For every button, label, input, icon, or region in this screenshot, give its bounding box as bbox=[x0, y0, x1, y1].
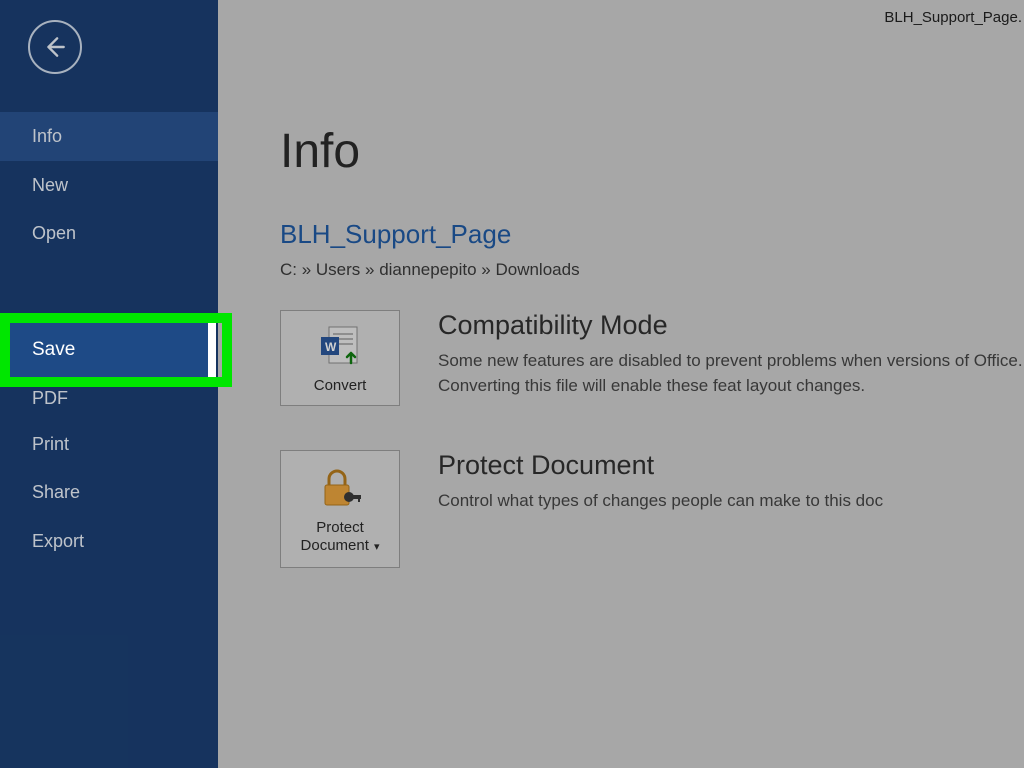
protect-body: Control what types of changes people can… bbox=[438, 489, 1024, 514]
menu-item-save-highlighted: Save bbox=[10, 323, 222, 377]
menu-item-new[interactable]: New bbox=[0, 161, 218, 210]
info-content: Info BLH_Support_Page C: » Users » diann… bbox=[218, 124, 1024, 568]
lock-key-icon bbox=[317, 465, 363, 511]
back-button[interactable] bbox=[28, 20, 82, 74]
save-highlight-edge bbox=[208, 323, 216, 377]
section-compatibility: W Convert Compatibility Mode Some new fe… bbox=[280, 310, 1024, 406]
document-path-breadcrumb: C: » Users » diannepepito » Downloads bbox=[280, 260, 1024, 280]
protect-document-button-label: Protect Document ▾ bbox=[287, 519, 393, 555]
protect-document-button[interactable]: Protect Document ▾ bbox=[280, 450, 400, 568]
document-name: BLH_Support_Page bbox=[280, 219, 1024, 250]
menu-item-save[interactable]: Save bbox=[10, 323, 208, 377]
menu-item-share[interactable]: Share bbox=[0, 468, 218, 517]
section-protect: Protect Document ▾ Protect Document Cont… bbox=[280, 450, 1024, 568]
compatibility-body: Some new features are disabled to preven… bbox=[438, 349, 1024, 398]
convert-button-label: Convert bbox=[314, 377, 367, 395]
info-panel: BLH_Support_Page. Info BLH_Support_Page … bbox=[218, 0, 1024, 768]
compatibility-heading: Compatibility Mode bbox=[438, 310, 1024, 341]
convert-document-icon: W bbox=[317, 323, 363, 369]
backstage-view: Info New Open Save Save As Save as Adobe… bbox=[0, 0, 1024, 768]
arrow-left-icon bbox=[42, 34, 68, 60]
protect-heading: Protect Document bbox=[438, 450, 1024, 481]
menu-item-open[interactable]: Open bbox=[0, 209, 218, 258]
protect-text: Protect Document Control what types of c… bbox=[438, 450, 1024, 514]
menu-item-info[interactable]: Info bbox=[0, 112, 218, 161]
chevron-down-icon: ▾ bbox=[371, 541, 380, 553]
file-menu-sidebar: Info New Open Save Save As Save as Adobe… bbox=[0, 0, 218, 768]
title-bar: BLH_Support_Page. bbox=[218, 0, 1024, 34]
compatibility-text: Compatibility Mode Some new features are… bbox=[438, 310, 1024, 398]
window-filename: BLH_Support_Page. bbox=[884, 9, 1024, 26]
svg-text:W: W bbox=[325, 340, 337, 354]
menu-item-export[interactable]: Export bbox=[0, 517, 218, 566]
convert-button[interactable]: W Convert bbox=[280, 310, 400, 406]
menu-item-print[interactable]: Print bbox=[0, 420, 218, 469]
page-title: Info bbox=[280, 124, 1024, 179]
